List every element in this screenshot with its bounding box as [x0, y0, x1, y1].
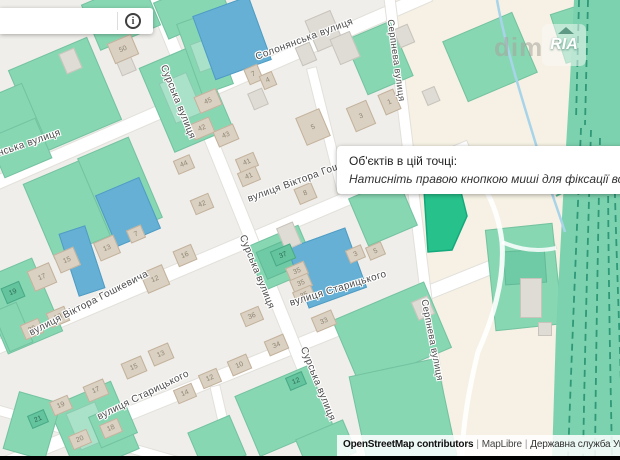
ria-logo-text: RIA: [550, 36, 578, 54]
gov-attribution-link[interactable]: Державна служба України з: [530, 439, 620, 450]
map-tooltip: Об'єктів в цій точці: Натисніть правою к…: [337, 146, 620, 194]
info-icon: i: [132, 16, 135, 27]
bottom-black-strip: [0, 456, 620, 460]
building: 3: [346, 100, 376, 133]
attribution-separator: |: [525, 439, 527, 450]
toolbar-divider: [117, 12, 118, 30]
map-toolbar: i: [0, 8, 153, 34]
park-area: [187, 415, 247, 460]
building: 42: [190, 193, 215, 216]
info-button[interactable]: i: [125, 13, 141, 29]
osm-attribution-link[interactable]: OpenStreetMap contributors: [343, 439, 473, 450]
dim-watermark: dim: [494, 32, 543, 63]
building: 15: [121, 355, 148, 379]
building: 36: [240, 306, 264, 328]
building: [520, 278, 542, 318]
tooltip-title: Об'єктів в цій точці:: [349, 154, 620, 168]
attribution-bar: OpenStreetMap contributors|MapLibre|Держ…: [337, 435, 620, 456]
tooltip-hint: Натисніть правою кнопкою миші для фіксац…: [349, 172, 620, 186]
building: [247, 88, 269, 111]
building: [538, 322, 552, 336]
ria-logo: RIA: [542, 24, 586, 66]
attribution-separator: |: [476, 439, 478, 450]
building: 13: [148, 342, 175, 366]
maplibre-attribution-link[interactable]: MapLibre: [482, 439, 522, 450]
ria-roof-icon: [558, 27, 574, 34]
building: 44: [173, 154, 195, 175]
map-canvas[interactable]: 50 7 4 5 3 1 45 42 43 41 41 42 8 44 17 1…: [0, 0, 620, 460]
